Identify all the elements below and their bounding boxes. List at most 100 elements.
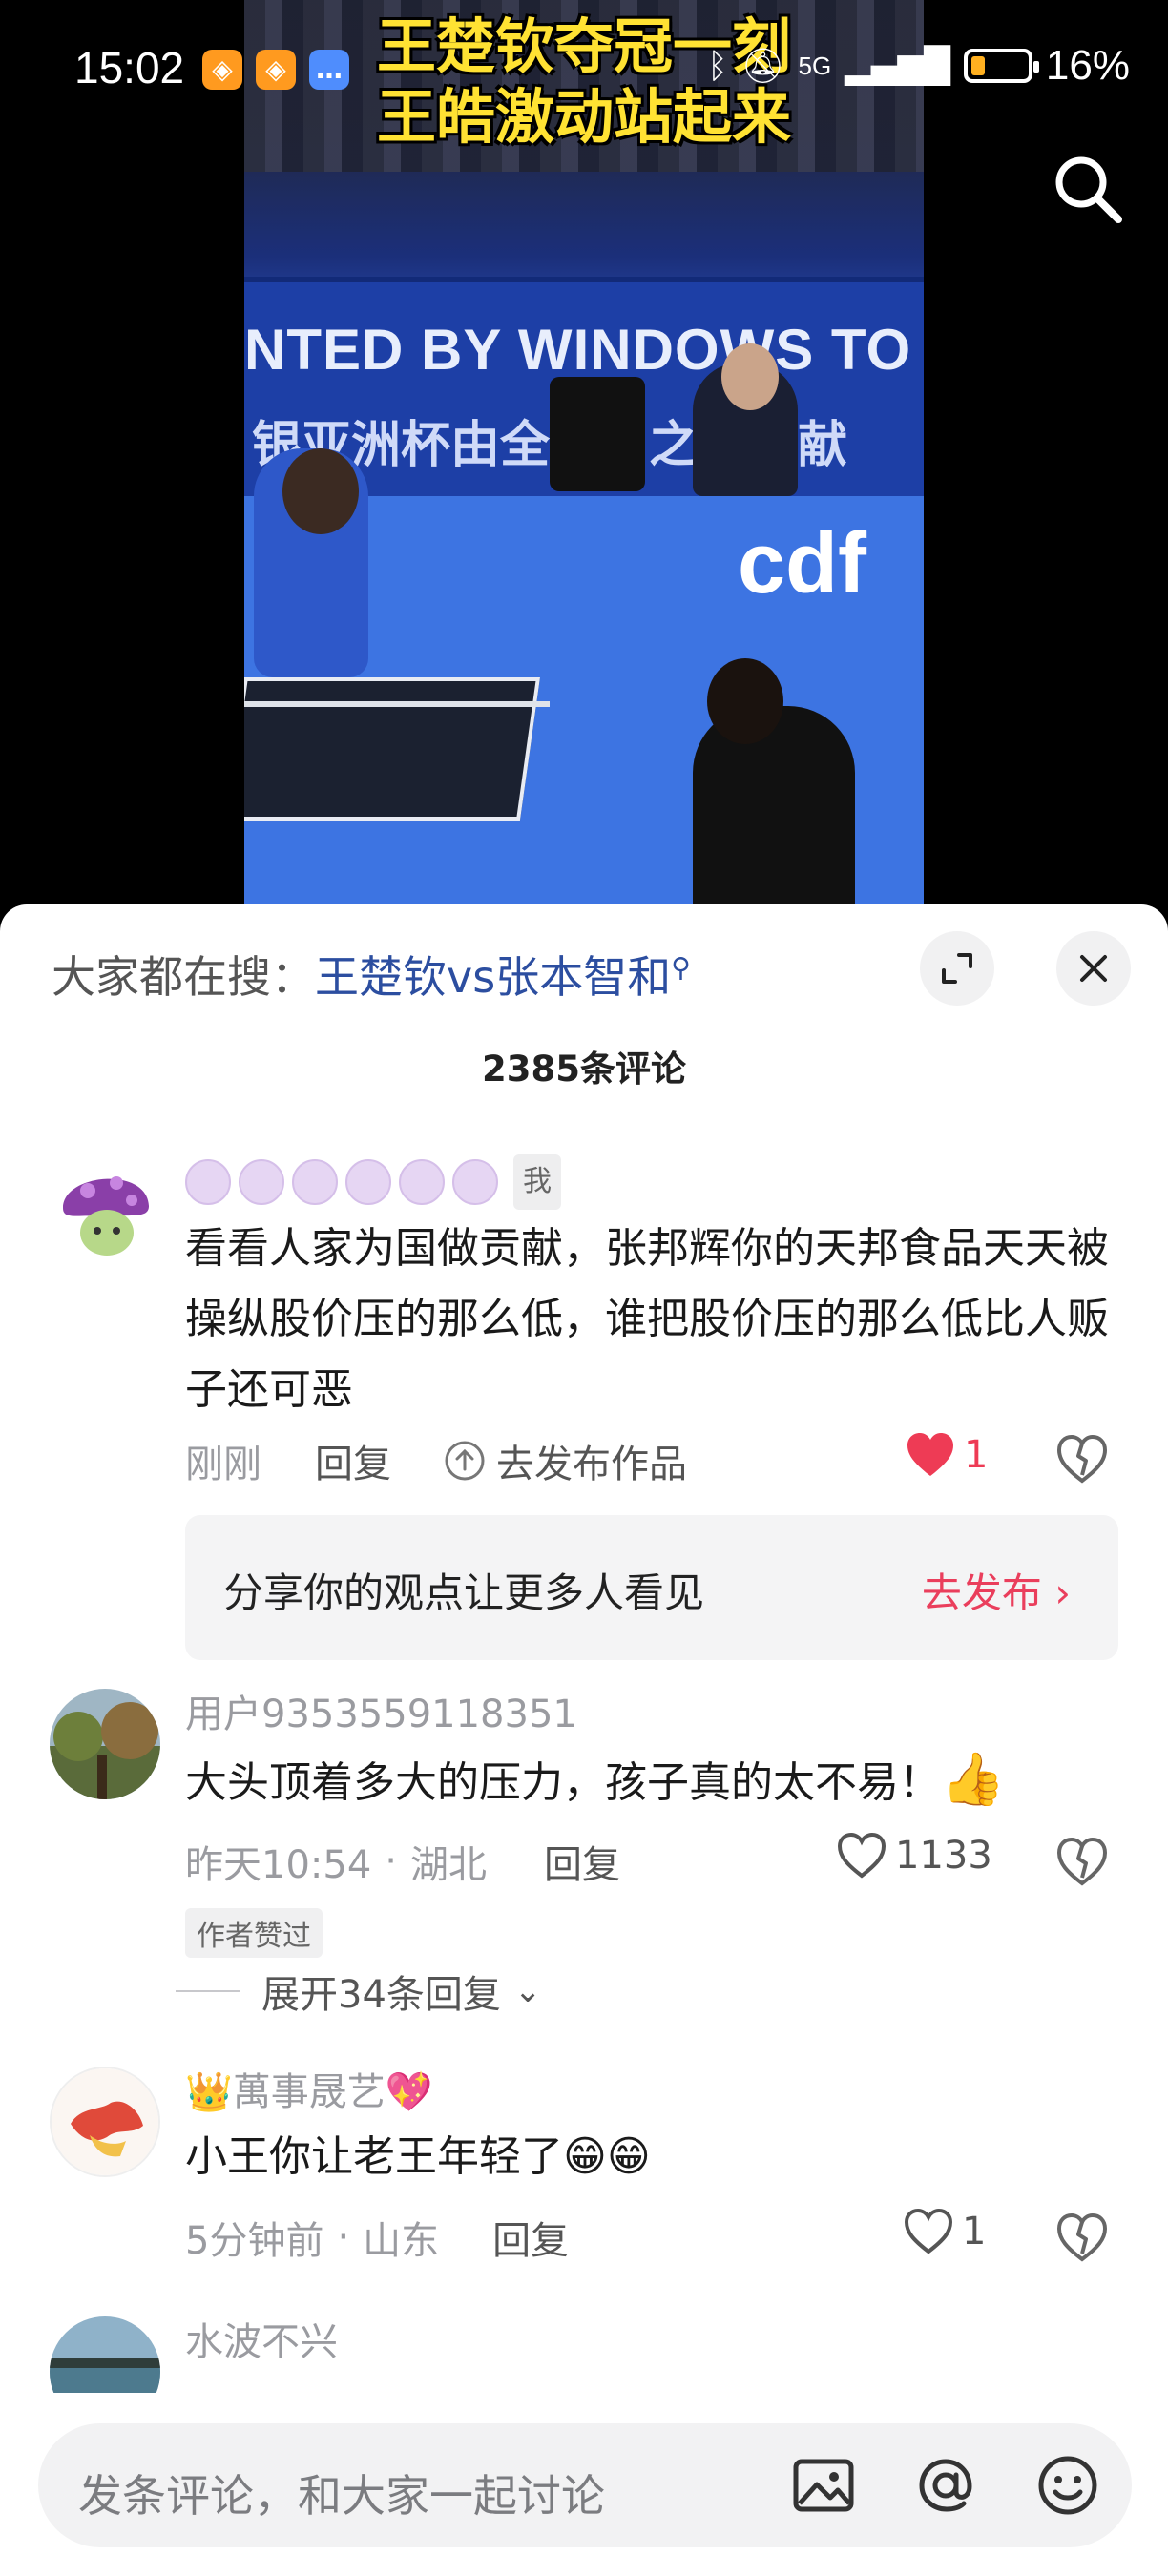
video-coach-head	[721, 343, 779, 410]
comment-time: 刚刚	[185, 1443, 261, 1486]
comment-body: 用户9353559118351 大头顶着多大的压力，孩子真的太不易！👍	[185, 1689, 1120, 1818]
heart-outline-icon	[837, 1832, 886, 1879]
landscape-avatar-icon	[50, 1689, 160, 1799]
mute-icon: 🔕︎	[740, 47, 785, 86]
app-notification-icon: ◈	[202, 50, 242, 90]
status-time: 15:02	[74, 43, 185, 93]
sparkle-heart-icon: 💖	[385, 2070, 433, 2114]
chevron-down-icon: ⌄	[513, 1972, 542, 2010]
map-avatar-icon	[52, 2068, 158, 2175]
comment-item: 用户9353559118351 大头顶着多大的压力，孩子真的太不易！👍 昨天10…	[0, 1689, 1168, 2017]
status-right: ᛒ 🔕︎ 5G ▂▄▆█ 16%	[707, 42, 1130, 90]
comment-meta: 刚刚 回复 去发布作品	[185, 1433, 687, 1488]
video-player-right	[693, 706, 855, 916]
like-count: 1	[964, 1433, 989, 1477]
water-avatar-icon	[50, 2316, 160, 2393]
comment-text-content: 小王你让老王年轻了	[185, 2132, 563, 2181]
mention-icon[interactable]	[910, 2450, 981, 2521]
close-button[interactable]	[1056, 931, 1131, 1006]
username-text: 萬事晟艺	[232, 2070, 386, 2114]
comment-input-bar: 发条评论，和大家一起讨论	[0, 2395, 1168, 2576]
comment-time: 5分钟前	[185, 2219, 324, 2263]
dislike-icon[interactable]	[1053, 1429, 1111, 1486]
share-prompt-box[interactable]: 分享你的观点让更多人看见 去发布 ›	[185, 1515, 1118, 1660]
close-icon	[1080, 955, 1107, 982]
me-tag: 我	[513, 1154, 561, 1210]
comment-sheet: 大家都在搜：王楚钦vs张本智和⚲ 2385条评论 我 看看人家为国做贡献，张邦辉…	[0, 904, 1168, 2576]
comment-text[interactable]: 大头顶着多大的压力，孩子真的太不易！👍	[185, 1744, 1120, 1818]
username[interactable]: 水波不兴	[185, 2316, 1120, 2368]
go-publish-label: 去发布	[921, 1569, 1042, 1616]
emoji-icon[interactable]	[1032, 2450, 1103, 2521]
banner-text: NTED BY WINDOWS TO G	[244, 318, 924, 382]
hidden-username-dots	[185, 1159, 498, 1205]
comment-input-placeholder: 发条评论，和大家一起讨论	[78, 2470, 605, 2522]
comment-location: 湖北	[410, 1843, 487, 1887]
comment-meta: 昨天10:54 · 湖北 回复	[185, 1834, 620, 1889]
battery-level: 16%	[1045, 42, 1130, 89]
video-net	[244, 701, 550, 707]
grin-emoji-icon: 😁😁	[563, 2132, 651, 2181]
battery-icon	[963, 49, 1039, 83]
username[interactable]: 用户9353559118351	[185, 1689, 1120, 1740]
publish-work-label: 去发布作品	[496, 1443, 687, 1486]
reply-button[interactable]: 回复	[492, 2210, 569, 2265]
search-small-icon: ⚲	[671, 951, 691, 984]
comment-body: 👑萬事晟艺💖 小王你让老王年轻了😁😁	[185, 2067, 1120, 2192]
hot-search-keyword[interactable]: 王楚钦vs张本智和	[315, 951, 671, 1003]
reply-button[interactable]: 回复	[315, 1433, 391, 1488]
video-frame: NTED BY WINDOWS TO G 银亚洲杯由全球易之窗星献 cdf 王楚…	[244, 0, 924, 916]
avatar[interactable]	[50, 2316, 160, 2393]
video-chair	[550, 377, 645, 491]
comment-time: 昨天10:54	[185, 1843, 372, 1887]
publish-work-button[interactable]: 去发布作品	[443, 1433, 687, 1488]
signal-icon: ▂▄▆█	[845, 46, 950, 86]
comment-body: 水波不兴	[185, 2316, 1120, 2368]
comment-item: 水波不兴	[0, 2316, 1168, 2393]
comment-count: 2385条评论	[482, 1049, 686, 1090]
comment-item: 👑萬事晟艺💖 小王你让老王年轻了😁😁 5分钟前 · 山东 回复 1	[0, 2067, 1168, 2286]
upload-icon	[445, 1441, 485, 1481]
like-button[interactable]: 1	[905, 1431, 988, 1479]
comment-text[interactable]: 看看人家为国做贡献，张邦辉你的天邦食品天天被操纵股价压的那么低，谁把股价压的那么…	[185, 1214, 1120, 1425]
avatar[interactable]	[50, 2067, 160, 2177]
status-bar: 15:02 ◈ ◈ … ᛒ 🔕︎ 5G ▂▄▆█ 16%	[0, 0, 1168, 134]
thumbs-up-icon: 👍	[941, 1749, 1006, 1809]
like-button[interactable]: 1	[903, 2208, 986, 2255]
avatar[interactable]	[50, 1689, 160, 1799]
network-label: 5G	[798, 51, 832, 80]
message-notification-icon: …	[309, 50, 349, 90]
comment-item: 我 看看人家为国做贡献，张邦辉你的天邦食品天天被操纵股价压的那么低，谁把股价压的…	[0, 1154, 1168, 1660]
comment-body: 我 看看人家为国做贡献，张邦辉你的天邦食品天天被操纵股价压的那么低，谁把股价压的…	[185, 1154, 1120, 1425]
comment-input[interactable]: 发条评论，和大家一起讨论	[38, 2423, 1132, 2547]
dislike-icon[interactable]	[1053, 1832, 1111, 1889]
crown-icon: 👑	[185, 2070, 233, 2114]
fullscreen-button[interactable]	[920, 931, 994, 1006]
search-icon[interactable]	[1050, 151, 1126, 227]
heart-outline-icon	[904, 2208, 953, 2254]
hot-search-prefix: 大家都在搜：	[52, 951, 315, 1003]
go-publish-button[interactable]: 去发布 ›	[922, 1561, 1071, 1619]
comment-meta: 5分钟前 · 山东 回复	[185, 2210, 569, 2265]
author-liked-tag: 作者赞过	[185, 1908, 323, 1958]
cdf-logo: cdf	[738, 516, 866, 612]
comment-text[interactable]: 小王你让老王年轻了😁😁	[185, 2122, 1120, 2192]
like-button[interactable]: 1133	[836, 1832, 992, 1880]
avatar[interactable]	[50, 1154, 160, 1265]
username[interactable]: 👑萬事晟艺💖	[185, 2067, 1120, 2118]
like-count: 1133	[895, 1834, 992, 1878]
expand-replies-label: 展开34条回复	[261, 1973, 501, 2017]
expand-replies-button[interactable]: 展开34条回复 ⌄	[176, 1963, 541, 2019]
bluetooth-icon: ᛒ	[707, 46, 728, 86]
heart-filled-icon	[907, 1433, 953, 1476]
comment-text-content: 大头顶着多大的压力，孩子真的太不易！	[185, 1758, 941, 1807]
share-prompt-text: 分享你的观点让更多人看见	[223, 1569, 705, 1616]
chevron-right-icon: ›	[1054, 1569, 1071, 1616]
dislike-icon[interactable]	[1053, 2208, 1111, 2265]
username: 我	[185, 1154, 1120, 1210]
hot-search[interactable]: 大家都在搜：王楚钦vs张本智和⚲	[52, 943, 691, 1006]
image-icon[interactable]	[788, 2450, 859, 2521]
video-player[interactable]: NTED BY WINDOWS TO G 银亚洲杯由全球易之窗星献 cdf 王楚…	[0, 0, 1168, 916]
reply-button[interactable]: 回复	[544, 1834, 620, 1889]
video-player-right-head	[707, 658, 783, 744]
